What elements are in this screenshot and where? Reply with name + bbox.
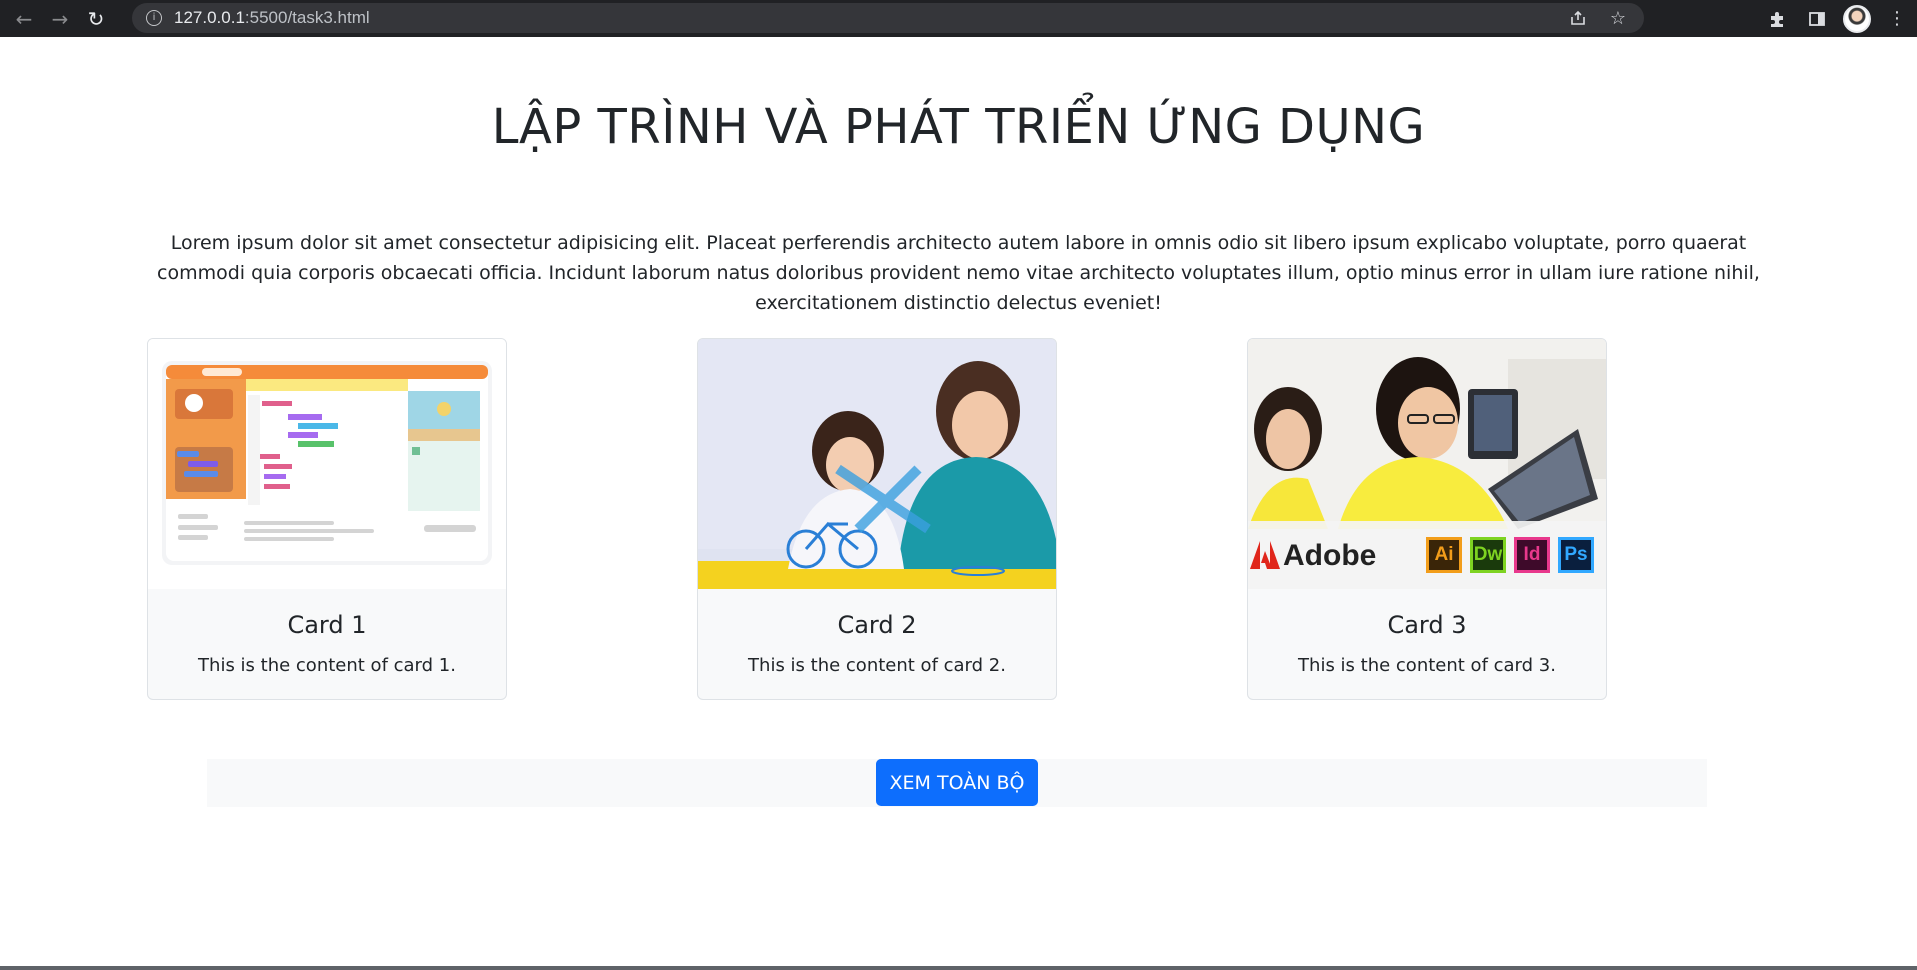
window-bottom-edge: [0, 966, 1917, 970]
adobe-wordmark: Adobe: [1283, 539, 1377, 572]
page-content: LẬP TRÌNH VÀ PHÁT TRIỂN ỨNG DỤNG Lorem i…: [0, 37, 1917, 966]
puzzle-icon[interactable]: [1757, 4, 1797, 34]
card-1-text: This is the content of card 1.: [198, 655, 456, 676]
card-3[interactable]: Adobe Ai Dw Id Ps Card 3 This is the con…: [1247, 338, 1607, 700]
card-row: Card 1 This is the content of card 1. Ca…: [0, 338, 1917, 700]
app-badge-id: Id: [1514, 537, 1550, 573]
back-arrow-icon[interactable]: ←: [6, 5, 42, 33]
card-3-image: Adobe Ai Dw Id Ps: [1248, 339, 1606, 589]
app-badge-ai-label: Ai: [1434, 544, 1454, 565]
view-all-button[interactable]: XEM TOÀN BỘ: [876, 759, 1038, 806]
forward-arrow-icon[interactable]: →: [42, 5, 78, 33]
browser-toolbar: ← → ↻ i 127.0.0.1:5500/task3.html ☆ ⋮: [0, 0, 1917, 37]
card-1-title: Card 1: [287, 611, 367, 639]
page-title: LẬP TRÌNH VÀ PHÁT TRIỂN ỨNG DỤNG: [491, 99, 1426, 155]
url-path: :5500/task3.html: [244, 8, 370, 27]
card-2-image: [698, 339, 1056, 589]
app-badge-dw: Dw: [1470, 537, 1506, 573]
url-host: 127.0.0.1: [174, 8, 245, 27]
app-badge-ps: Ps: [1558, 537, 1594, 573]
card-2-text: This is the content of card 2.: [748, 655, 1006, 676]
card-1[interactable]: Card 1 This is the content of card 1.: [147, 338, 507, 700]
url-text[interactable]: 127.0.0.1:5500/task3.html: [174, 8, 370, 28]
app-badge-ai: Ai: [1426, 537, 1462, 573]
side-panel-icon[interactable]: [1797, 4, 1837, 34]
card-1-image: [148, 339, 506, 589]
card-2[interactable]: Card 2 This is the content of card 2.: [697, 338, 1057, 700]
kebab-menu-icon[interactable]: ⋮: [1877, 4, 1917, 34]
info-icon[interactable]: i: [146, 10, 162, 26]
card-2-title: Card 2: [837, 611, 917, 639]
app-badge-id-label: Id: [1523, 544, 1541, 565]
profile-avatar[interactable]: [1843, 4, 1871, 33]
intro-paragraph: Lorem ipsum dolor sit amet consectetur a…: [157, 232, 1760, 314]
app-badge-ps-label: Ps: [1564, 544, 1588, 565]
address-bar[interactable]: i 127.0.0.1:5500/task3.html ☆: [132, 3, 1644, 33]
adobe-banner: Adobe Ai Dw Id Ps: [1248, 521, 1606, 589]
app-badge-dw-label: Dw: [1473, 544, 1503, 565]
card-3-title: Card 3: [1387, 611, 1467, 639]
adobe-logo-icon: [1250, 541, 1280, 569]
card-3-text: This is the content of card 3.: [1298, 655, 1556, 676]
star-icon[interactable]: ☆: [1598, 3, 1638, 33]
reload-icon[interactable]: ↻: [78, 5, 114, 33]
share-icon[interactable]: [1558, 3, 1598, 33]
